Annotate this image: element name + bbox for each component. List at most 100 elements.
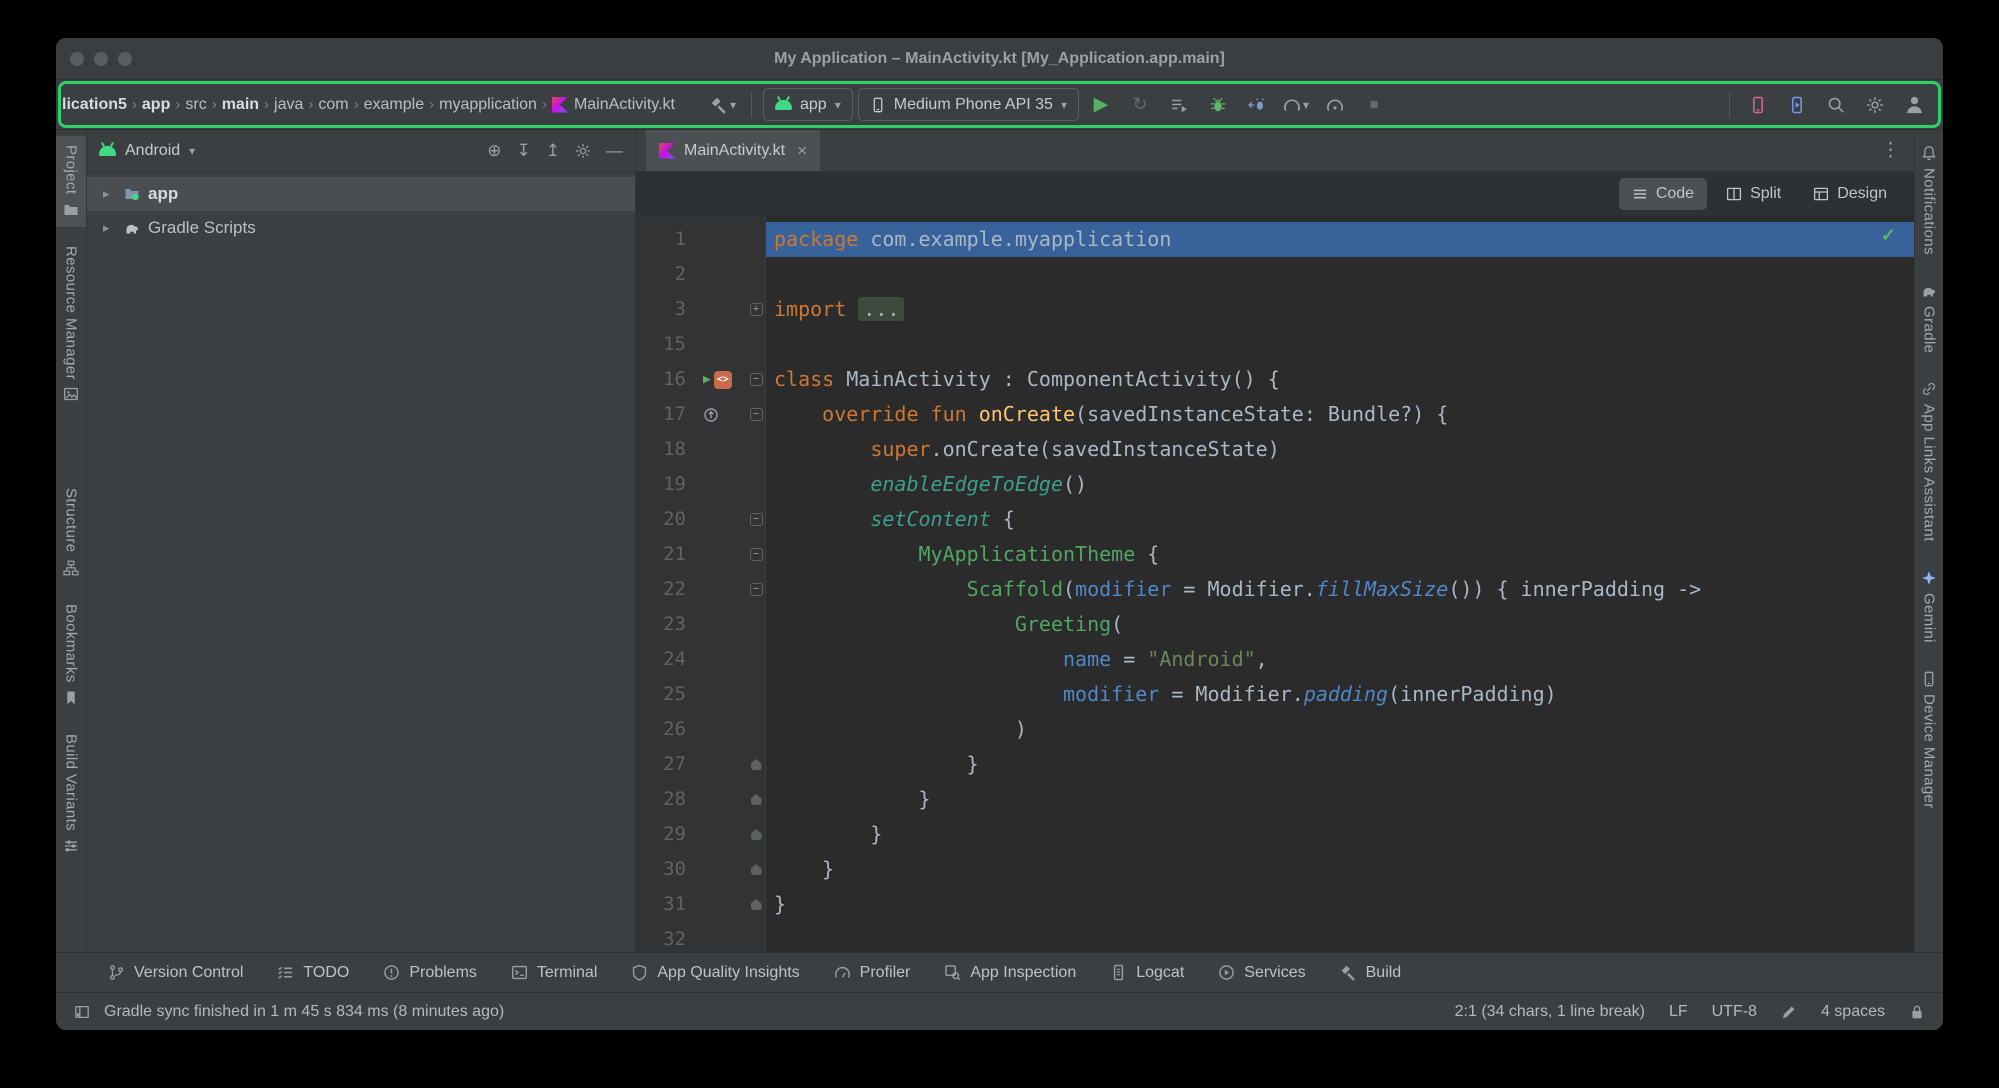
account-button[interactable] <box>1897 88 1931 122</box>
code-line-24[interactable]: 24 name = "Android", <box>636 642 1914 677</box>
debug-button[interactable] <box>1201 88 1235 122</box>
tab-mainactivity-kt[interactable]: MainActivity.kt × <box>646 130 820 171</box>
run-button[interactable]: ▶ <box>1084 88 1118 122</box>
fold-marker[interactable] <box>751 864 762 875</box>
code-line-2[interactable]: 2 <box>636 257 1914 292</box>
fold-marker[interactable]: + <box>750 303 763 316</box>
toolwindow-problems[interactable]: Problems <box>383 964 477 982</box>
code-line-3[interactable]: 3+import ... <box>636 292 1914 327</box>
tool-stripe-resource-manager[interactable]: Resource Manager <box>56 237 86 412</box>
code-line-17[interactable]: 17− override fun onCreate(savedInstanceS… <box>636 397 1914 432</box>
chevron-down-icon[interactable]: ▾ <box>189 144 195 158</box>
line-separator[interactable]: LF <box>1669 1003 1688 1021</box>
code-line-27[interactable]: 27 } <box>636 747 1914 782</box>
code-line-20[interactable]: 20− setContent { <box>636 502 1914 537</box>
compose-gutter-icon[interactable]: <> <box>714 371 732 389</box>
fold-marker[interactable]: − <box>750 548 763 561</box>
fold-marker[interactable]: − <box>750 583 763 596</box>
tree-item-app[interactable]: ▸app <box>87 177 635 211</box>
code-line-1[interactable]: 1package com.example.myapplication <box>636 222 1914 257</box>
toolwindow-app-inspection[interactable]: App Inspection <box>944 964 1076 982</box>
code-line-29[interactable]: 29 } <box>636 817 1914 852</box>
device-select[interactable]: Medium Phone API 35 ▾ <box>858 88 1079 121</box>
stop-button[interactable]: ■ <box>1357 88 1391 122</box>
profiler-button[interactable]: ▾ <box>1279 88 1313 122</box>
project-view-select[interactable]: Android <box>125 142 180 160</box>
file-encoding[interactable]: UTF-8 <box>1712 1003 1757 1021</box>
code-line-16[interactable]: 16▶<>−class MainActivity : ComponentActi… <box>636 362 1914 397</box>
code-line-19[interactable]: 19 enableEdgeToEdge() <box>636 467 1914 502</box>
tool-stripe-notifications[interactable]: Notifications <box>1915 136 1943 264</box>
toolwindow-terminal[interactable]: Terminal <box>511 964 597 982</box>
tool-window-toggle-icon[interactable] <box>74 1004 90 1020</box>
running-devices-button[interactable] <box>1780 88 1814 122</box>
profiler-low-overhead-button[interactable] <box>1318 88 1352 122</box>
attach-debugger-button[interactable] <box>1240 88 1274 122</box>
hide-panel-icon[interactable]: — <box>606 141 623 161</box>
breadcrumb-main[interactable]: main <box>220 96 261 114</box>
settings-button[interactable] <box>1858 88 1892 122</box>
fold-marker[interactable]: − <box>750 513 763 526</box>
build-options-chevron-icon[interactable]: ▾ <box>730 98 736 112</box>
code-line-22[interactable]: 22− Scaffold(modifier = Modifier.fillMax… <box>636 572 1914 607</box>
code-editor[interactable]: ✓ 1package com.example.myapplication23+i… <box>636 216 1914 952</box>
fold-marker[interactable] <box>751 759 762 770</box>
inspections-ok-check-icon[interactable]: ✓ <box>1881 225 1896 246</box>
code-line-25[interactable]: 25 modifier = Modifier.padding(innerPadd… <box>636 677 1914 712</box>
toolwindow-todo[interactable]: TODO <box>277 964 349 982</box>
code-line-15[interactable]: 15 <box>636 327 1914 362</box>
readonly-indicator-icon[interactable] <box>1781 1004 1797 1020</box>
breadcrumb-myapplication[interactable]: myapplication <box>437 96 539 114</box>
breadcrumb-lication5[interactable]: lication5 <box>60 96 129 114</box>
search-everywhere-button[interactable] <box>1819 88 1853 122</box>
view-mode-code[interactable]: Code <box>1619 178 1707 210</box>
code-line-28[interactable]: 28 } <box>636 782 1914 817</box>
toolwindow-build[interactable]: Build <box>1340 964 1402 982</box>
lock-icon[interactable] <box>1909 1004 1925 1020</box>
run-configuration-select[interactable]: app ▾ <box>763 88 853 121</box>
collapse-all-icon[interactable]: ↥ <box>546 141 560 161</box>
override-icon[interactable] <box>703 407 719 423</box>
breadcrumb-mainactivity-kt[interactable]: MainActivity.kt <box>550 96 677 114</box>
locate-file-icon[interactable]: ⊕ <box>487 141 501 161</box>
breadcrumb-java[interactable]: java <box>272 96 305 114</box>
code-line-26[interactable]: 26 ) <box>636 712 1914 747</box>
indent-setting[interactable]: 4 spaces <box>1821 1003 1885 1021</box>
zoom-window-button[interactable] <box>118 52 132 66</box>
tool-stripe-gemini[interactable]: Gemini <box>1915 561 1943 652</box>
editor-options-kebab-icon[interactable]: ⋮ <box>1881 139 1914 162</box>
code-line-31[interactable]: 31} <box>636 887 1914 922</box>
breadcrumb-com[interactable]: com <box>316 96 350 114</box>
close-window-button[interactable] <box>70 52 84 66</box>
toolwindow-version-control[interactable]: Version Control <box>108 964 243 982</box>
run-gutter-icon[interactable]: ▶ <box>703 362 711 397</box>
device-mirroring-button[interactable] <box>1741 88 1775 122</box>
code-line-23[interactable]: 23 Greeting( <box>636 607 1914 642</box>
code-line-18[interactable]: 18 super.onCreate(savedInstanceState) <box>636 432 1914 467</box>
code-line-21[interactable]: 21− MyApplicationTheme { <box>636 537 1914 572</box>
tool-stripe-build-variants[interactable]: Build Variants <box>56 725 86 863</box>
tool-stripe-project[interactable]: Project <box>56 136 86 227</box>
view-mode-design[interactable]: Design <box>1800 178 1900 210</box>
close-tab-icon[interactable]: × <box>797 141 807 161</box>
build-project-button[interactable]: ▾ <box>706 88 740 122</box>
chevron-right-icon[interactable]: ▸ <box>103 186 116 202</box>
tool-stripe-structure[interactable]: Structure <box>56 479 86 584</box>
code-line-30[interactable]: 30 } <box>636 852 1914 887</box>
chevron-right-icon[interactable]: ▸ <box>103 220 116 236</box>
tool-stripe-bookmarks[interactable]: Bookmarks <box>56 595 86 715</box>
breadcrumb-app[interactable]: app <box>140 96 172 114</box>
fold-marker[interactable]: − <box>750 373 763 386</box>
fold-marker[interactable] <box>751 829 762 840</box>
toolwindow-profiler[interactable]: Profiler <box>834 964 911 982</box>
expand-all-icon[interactable]: ↧ <box>517 141 531 161</box>
run-history-button[interactable] <box>1162 88 1196 122</box>
panel-settings-gear-icon[interactable] <box>575 143 591 159</box>
breadcrumb-src[interactable]: src <box>183 96 208 114</box>
code-line-32[interactable]: 32 <box>636 922 1914 952</box>
tree-item-gradle-scripts[interactable]: ▸Gradle Scripts <box>87 211 635 245</box>
tool-stripe-gradle[interactable]: Gradle <box>1915 274 1943 362</box>
caret-position[interactable]: 2:1 (34 chars, 1 line break) <box>1455 1003 1645 1021</box>
apply-changes-button[interactable]: ↻ <box>1123 88 1157 122</box>
minimize-window-button[interactable] <box>94 52 108 66</box>
